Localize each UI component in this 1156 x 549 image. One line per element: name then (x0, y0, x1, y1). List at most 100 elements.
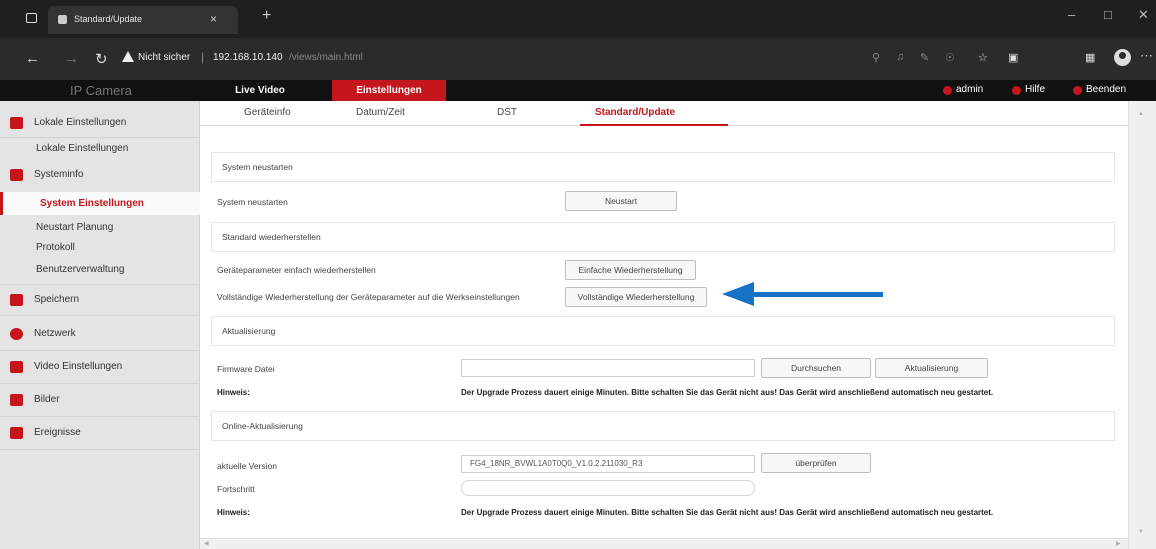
section-restore: Standard wiederherstellen (211, 222, 1115, 252)
firmware-file-label: Firmware Datei (217, 364, 275, 374)
user-icon (943, 86, 952, 95)
settings-subtabs: Geräteinfo Datum/Zeit DST Standard/Updat… (200, 101, 1128, 126)
simple-restore-label: Geräteparameter einfach wiederherstellen (217, 265, 376, 275)
monitor-icon (10, 117, 23, 129)
scroll-left-icon[interactable]: ◀ (204, 540, 209, 547)
browse-button[interactable]: Durchsuchen (761, 358, 871, 378)
sidebar-item-label: Lokale Einstellungen (34, 117, 127, 128)
more-menu-icon[interactable]: ⋯ (1140, 48, 1153, 64)
sidebar-item-label: Netzwerk (34, 328, 76, 339)
translate-icon[interactable]: ✎ (920, 51, 929, 64)
check-button[interactable]: überprüfen (761, 453, 871, 473)
tab-close-icon[interactable]: × (210, 12, 217, 26)
sidebar-item-label: Speichern (34, 294, 80, 305)
sidebar-item-lokale-einstellungen[interactable]: Lokale Einstellungen (0, 113, 200, 133)
favicon-icon (58, 15, 67, 24)
maximize-icon[interactable]: □ (1104, 7, 1112, 22)
sidebar-divider (0, 137, 200, 138)
forward-icon[interactable]: → (64, 50, 79, 67)
logout-icon (1073, 86, 1082, 95)
update-hint-text: Der Upgrade Prozess dauert einige Minute… (461, 388, 994, 397)
sidebar-divider (0, 284, 200, 285)
user-link[interactable]: admin (956, 84, 983, 95)
annotation-arrow-shaft (752, 292, 883, 297)
back-icon[interactable]: ← (25, 50, 40, 67)
browser-tab[interactable]: Standard/Update × (48, 6, 238, 34)
firmware-file-input[interactable] (461, 359, 755, 377)
video-icon (10, 361, 23, 373)
logout-link[interactable]: Beenden (1086, 84, 1126, 95)
profile-avatar[interactable] (1114, 49, 1131, 66)
sidebar-item-label: Video Einstellungen (34, 361, 123, 372)
sidebar-item-label: Systeminfo (34, 169, 84, 180)
sidebar-divider (0, 449, 200, 450)
address-path[interactable]: /views/main.html (289, 52, 363, 63)
simple-restore-button[interactable]: Einfache Wiederherstellung (565, 260, 696, 280)
section-update: Aktualisierung (211, 316, 1115, 346)
tab-geraeteinfo[interactable]: Geräteinfo (244, 107, 291, 118)
browser-address-bar: ← → ↻ Nicht sicher | 192.168.10.140 /vie… (0, 38, 1156, 80)
security-warning[interactable]: Nicht sicher (138, 52, 190, 63)
sidebar-item-label: Ereignisse (34, 427, 81, 438)
sidebar-item-systeminfo[interactable]: Systeminfo (0, 165, 200, 185)
sidebar-sub-benutzerverwaltung[interactable]: Benutzerverwaltung (36, 264, 124, 275)
full-restore-button[interactable]: Vollständige Wiederherstellung (565, 287, 707, 307)
sidebar-item-speichern[interactable]: Speichern (0, 290, 200, 310)
active-tab-underline (580, 124, 728, 126)
restart-button[interactable]: Neustart (565, 191, 677, 211)
full-restore-label: Vollständige Wiederherstellung der Gerät… (217, 292, 520, 302)
vertical-scrollbar[interactable]: ▲ ▼ (1128, 101, 1156, 549)
section-online-update: Online-Aktualisierung (211, 411, 1115, 441)
scroll-right-icon[interactable]: ▶ (1116, 540, 1121, 547)
sidebar-divider (0, 383, 200, 384)
new-tab-icon[interactable]: + (262, 7, 271, 25)
sidebar-item-ereignisse[interactable]: Ereignisse (0, 423, 200, 443)
read-aloud-icon[interactable]: ♫ (896, 51, 904, 63)
extensions-icon[interactable]: ▦ (1085, 51, 1095, 64)
reload-icon[interactable]: ↻ (95, 50, 108, 68)
favorite-icon[interactable]: ☆ (978, 51, 988, 64)
sidebar-item-netzwerk[interactable]: Netzwerk (0, 324, 200, 344)
sidebar-sub-neustart-planung[interactable]: Neustart Planung (36, 222, 113, 233)
tab-dst[interactable]: DST (497, 107, 517, 118)
tab-live-video[interactable]: Live Video (225, 80, 295, 101)
address-host[interactable]: 192.168.10.140 (213, 52, 283, 63)
sidebar-item-bilder[interactable]: Bilder (0, 390, 200, 410)
update-hint-label: Hinweis: (217, 388, 250, 397)
help-link[interactable]: Hilfe (1025, 84, 1045, 95)
network-icon (10, 328, 23, 340)
tab-datum-zeit[interactable]: Datum/Zeit (356, 107, 405, 118)
scroll-up-icon[interactable]: ▲ (1138, 111, 1144, 117)
window-menu-icon[interactable] (26, 13, 37, 23)
sidebar-sub-system-einstellungen[interactable]: System Einstellungen (40, 198, 144, 209)
event-icon (10, 427, 23, 439)
info-icon (10, 169, 23, 181)
sidebar-item-label: Bilder (34, 394, 60, 405)
sidebar-divider (0, 315, 200, 316)
app-header: IP Camera Live Video Einstellungen admin… (0, 80, 1156, 101)
minimize-icon[interactable]: – (1068, 7, 1075, 22)
sidebar-item-video-einstellungen[interactable]: Video Einstellungen (0, 357, 200, 377)
tracking-icon[interactable]: ☉ (945, 51, 955, 64)
collections-icon[interactable]: ▣ (1008, 51, 1018, 64)
sidebar-sub-protokoll[interactable]: Protokoll (36, 242, 75, 253)
sidebar-divider (0, 350, 200, 351)
help-icon (1012, 86, 1021, 95)
scroll-down-icon[interactable]: ▼ (1138, 529, 1144, 535)
annotation-arrow-icon (722, 282, 754, 306)
sidebar-sub-lokale-einstellungen[interactable]: Lokale Einstellungen (36, 143, 128, 154)
restart-label: System neustarten (217, 197, 288, 207)
tab-title: Standard/Update (74, 14, 143, 24)
tab-einstellungen[interactable]: Einstellungen (332, 80, 446, 101)
section-title: System neustarten (222, 162, 293, 172)
address-separator: | (201, 50, 205, 64)
warning-icon[interactable] (122, 51, 134, 62)
close-window-icon[interactable]: ✕ (1138, 7, 1149, 23)
online-hint-text: Der Upgrade Prozess dauert einige Minute… (461, 508, 994, 517)
sidebar: Lokale Einstellungen Lokale Einstellunge… (0, 101, 200, 549)
horizontal-scrollbar[interactable]: ◀ ▶ (200, 538, 1128, 549)
search-icon[interactable]: ⚲ (872, 51, 880, 64)
update-button[interactable]: Aktualisierung (875, 358, 988, 378)
tab-standard-update[interactable]: Standard/Update (595, 107, 675, 118)
current-version-field: FG4_18NR_BVWL1A0T0Q0_V1.0.2.211030_R3 (461, 455, 755, 473)
